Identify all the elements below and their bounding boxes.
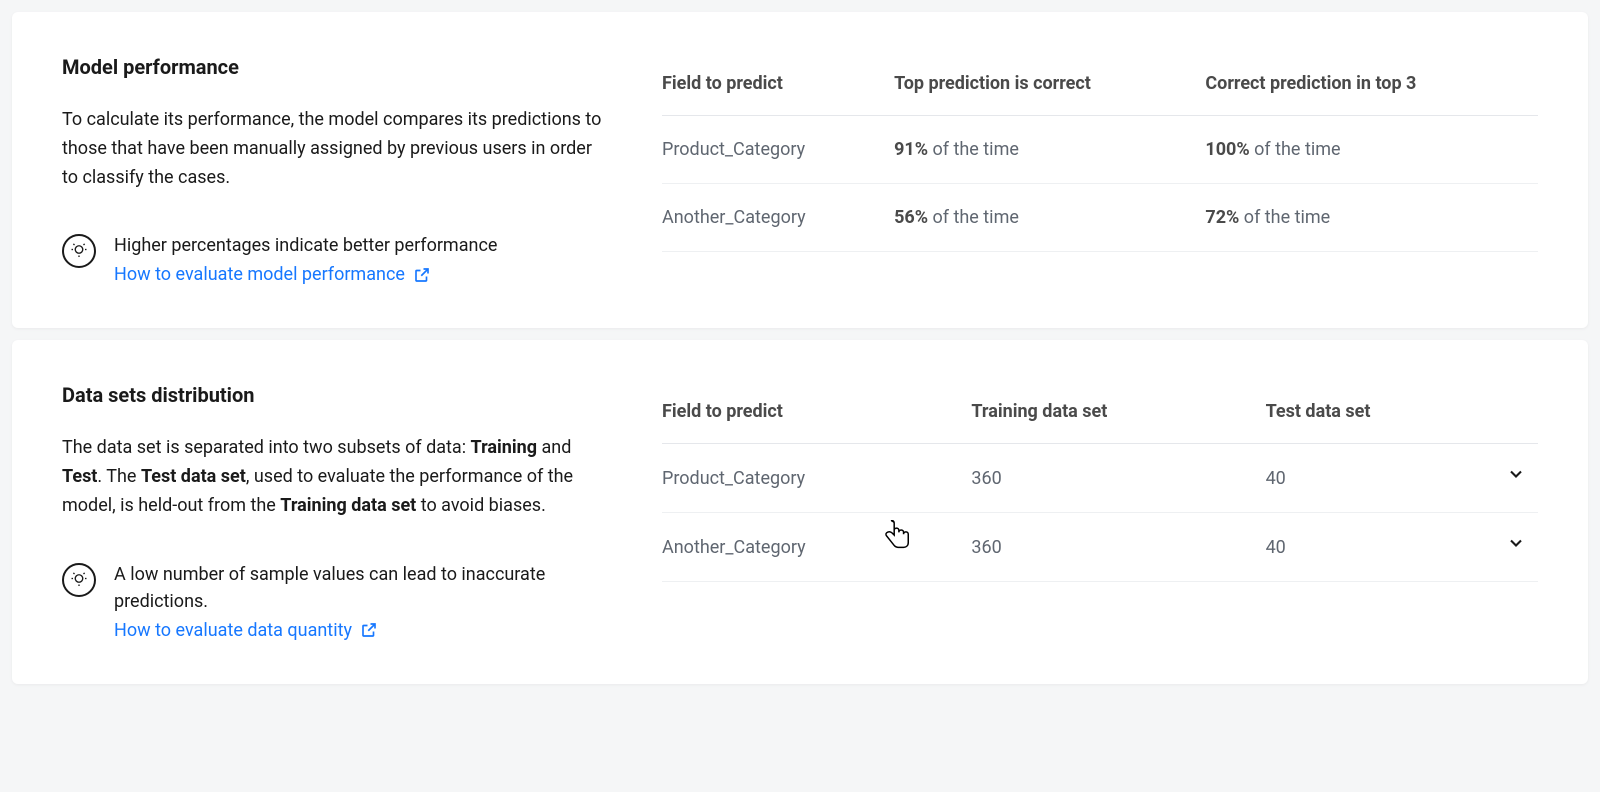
field-cell: Another_Category [662,513,971,582]
model-performance-table: Field to predict Top prediction is corre… [662,52,1538,252]
field-cell: Product_Category [662,444,971,513]
link-label: How to evaluate model performance [114,261,405,288]
field-cell: Another_Category [662,184,894,252]
evaluate-model-performance-link[interactable]: How to evaluate model performance [114,261,431,288]
table-row: Product_Category 91% of the time 100% of… [662,116,1538,184]
model-performance-tip-text: Higher percentages indicate better perfo… [114,232,497,259]
test-cell: 40 [1266,444,1498,513]
train-cell: 360 [971,513,1265,582]
table-header: Training data set [971,380,1265,444]
data-sets-left: Data sets distribution The data set is s… [62,380,602,643]
data-sets-tip-text: A low number of sample values can lead t… [114,561,602,615]
top3-prediction-cell: 72% of the time [1205,184,1538,252]
train-cell: 360 [971,444,1265,513]
data-sets-card: Data sets distribution The data set is s… [12,340,1588,683]
field-cell: Product_Category [662,116,894,184]
external-link-icon [360,621,378,639]
model-performance-title: Model performance [62,52,602,82]
table-row[interactable]: Another_Category 360 40 [662,513,1538,582]
table-row: Another_Category 56% of the time 72% of … [662,184,1538,252]
data-sets-table-wrap: Field to predict Training data set Test … [662,380,1538,643]
table-header: Field to predict [662,380,971,444]
external-link-icon [413,266,431,284]
model-performance-table-wrap: Field to predict Top prediction is corre… [662,52,1538,288]
data-sets-table: Field to predict Training data set Test … [662,380,1538,582]
table-header: Correct prediction in top 3 [1205,52,1538,116]
lightbulb-icon [62,234,96,268]
chevron-down-icon[interactable] [1506,533,1526,553]
top-prediction-cell: 56% of the time [894,184,1205,252]
test-cell: 40 [1266,513,1498,582]
table-header: Field to predict [662,52,894,116]
model-performance-description: To calculate its performance, the model … [62,106,602,192]
data-sets-tip: A low number of sample values can lead t… [62,561,602,644]
link-label: How to evaluate data quantity [114,617,352,644]
data-sets-title: Data sets distribution [62,380,602,410]
table-header: Top prediction is correct [894,52,1205,116]
top-prediction-cell: 91% of the time [894,116,1205,184]
top3-prediction-cell: 100% of the time [1205,116,1538,184]
table-header-expand [1498,380,1538,444]
model-performance-tip: Higher percentages indicate better perfo… [62,232,602,288]
model-performance-card: Model performance To calculate its perfo… [12,12,1588,328]
evaluate-data-quantity-link[interactable]: How to evaluate data quantity [114,617,378,644]
table-row[interactable]: Product_Category 360 40 [662,444,1538,513]
chevron-down-icon[interactable] [1506,464,1526,484]
table-header: Test data set [1266,380,1498,444]
model-performance-left: Model performance To calculate its perfo… [62,52,602,288]
data-sets-description: The data set is separated into two subse… [62,434,602,520]
lightbulb-icon [62,563,96,597]
